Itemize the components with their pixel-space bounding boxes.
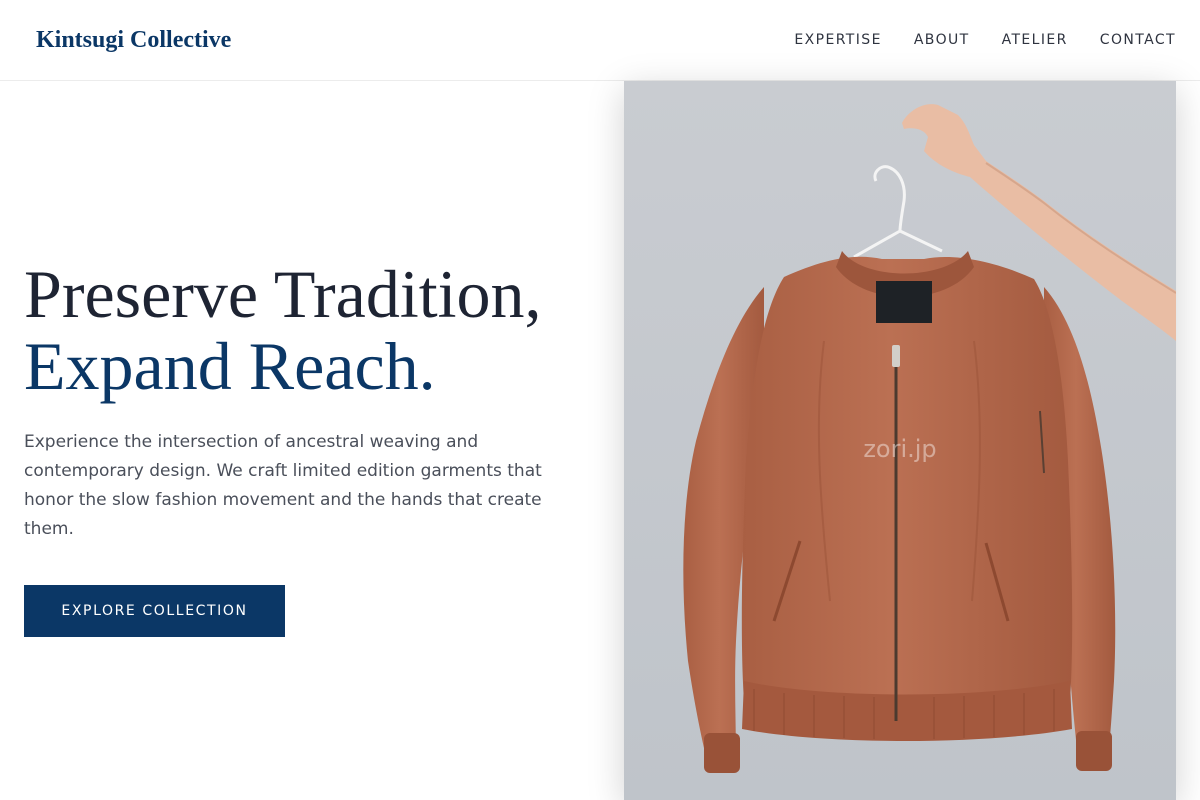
nav-item-expertise: EXPERTISE (794, 31, 881, 49)
neck-label (876, 281, 932, 323)
site-header: Kintsugi Collective EXPERTISE ABOUT ATEL… (0, 0, 1200, 81)
explore-collection-button[interactable]: EXPLORE COLLECTION (24, 585, 285, 637)
nav-link-atelier[interactable]: ATELIER (1002, 32, 1068, 48)
nav-link-about[interactable]: ABOUT (914, 32, 970, 48)
hero-title-line-2: Expand Reach. (24, 328, 436, 404)
nav-link-expertise[interactable]: EXPERTISE (794, 32, 881, 48)
brand-logo-link[interactable]: Kintsugi Collective (36, 27, 231, 54)
nav-item-atelier: ATELIER (1002, 31, 1068, 49)
nav-item-about: ABOUT (914, 31, 970, 49)
jacket (683, 251, 1116, 773)
nav-item-contact: CONTACT (1100, 31, 1176, 49)
nav-link-contact[interactable]: CONTACT (1100, 32, 1176, 48)
hero-description: Experience the intersection of ancestral… (24, 432, 542, 539)
hero-image: zori.jp (624, 81, 1176, 800)
hero-title-line-1: Preserve Tradition, (24, 256, 542, 332)
jacket-illustration (624, 81, 1176, 800)
hero-title: Preserve Tradition, Expand Reach. (24, 258, 614, 402)
main-nav: EXPERTISE ABOUT ATELIER CONTACT (794, 31, 1176, 49)
